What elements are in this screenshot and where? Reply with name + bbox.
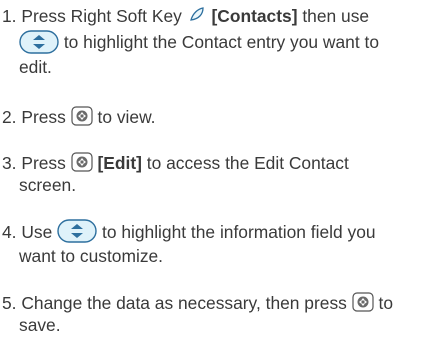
navigation-key-icon	[19, 30, 59, 54]
step-number: 5.	[2, 293, 17, 313]
contacts-label: [Contacts]	[211, 6, 298, 26]
edit-label: [Edit]	[97, 153, 142, 173]
step-text: to	[378, 293, 394, 313]
step-3: 3. Press [Edit] to access the Edit Conta…	[2, 152, 436, 196]
step-text: want to customize.	[19, 246, 164, 267]
step-5-line-2: save.	[2, 314, 436, 336]
step-4-line-2: want to customize.	[2, 245, 436, 267]
step-5: 5. Change the data as necessary, then pr…	[2, 292, 436, 336]
step-text: to view.	[97, 107, 156, 127]
step-number: 1.	[2, 6, 17, 26]
step-number: 2.	[2, 107, 17, 127]
step-text: then use	[302, 6, 370, 26]
ok-key-icon	[71, 152, 93, 173]
step-1-line-3: edit.	[2, 56, 436, 78]
step-2-line-1: 2. Press to view.	[2, 106, 436, 128]
step-1: 1. Press Right Soft Key [Contacts] then …	[2, 5, 436, 78]
ok-key-icon	[71, 106, 93, 127]
ok-key-icon	[352, 292, 374, 313]
step-number: 4.	[2, 222, 17, 242]
step-text: Press Right Soft Key	[21, 6, 182, 26]
step-text: Change the data as necessary, then press	[21, 293, 347, 313]
right-soft-key-icon	[187, 5, 207, 25]
step-1-line-1: 1. Press Right Soft Key [Contacts] then …	[2, 5, 436, 27]
step-text: Press	[21, 107, 66, 127]
step-text: Press	[21, 153, 66, 173]
step-text: edit.	[19, 56, 52, 77]
step-text: save.	[19, 315, 61, 336]
step-text: to highlight the Contact entry you want …	[63, 32, 379, 53]
step-text: to access the Edit Contact	[146, 153, 349, 173]
step-3-line-1: 3. Press [Edit] to access the Edit Conta…	[2, 152, 436, 174]
step-1-line-2: to highlight the Contact entry you want …	[2, 30, 436, 55]
step-2: 2. Press to view.	[2, 106, 436, 128]
step-4-line-1: 4. Use to highlight the information fiel…	[2, 219, 436, 245]
step-3-line-2: screen.	[2, 174, 436, 196]
step-4: 4. Use to highlight the information fiel…	[2, 219, 436, 267]
instruction-page: 1. Press Right Soft Key [Contacts] then …	[0, 0, 439, 342]
step-text: screen.	[19, 175, 77, 196]
step-text: Use	[21, 222, 53, 242]
step-5-line-1: 5. Change the data as necessary, then pr…	[2, 292, 436, 314]
navigation-key-icon	[57, 219, 97, 244]
step-number: 3.	[2, 153, 17, 173]
step-text: to highlight the information field you	[101, 222, 376, 242]
